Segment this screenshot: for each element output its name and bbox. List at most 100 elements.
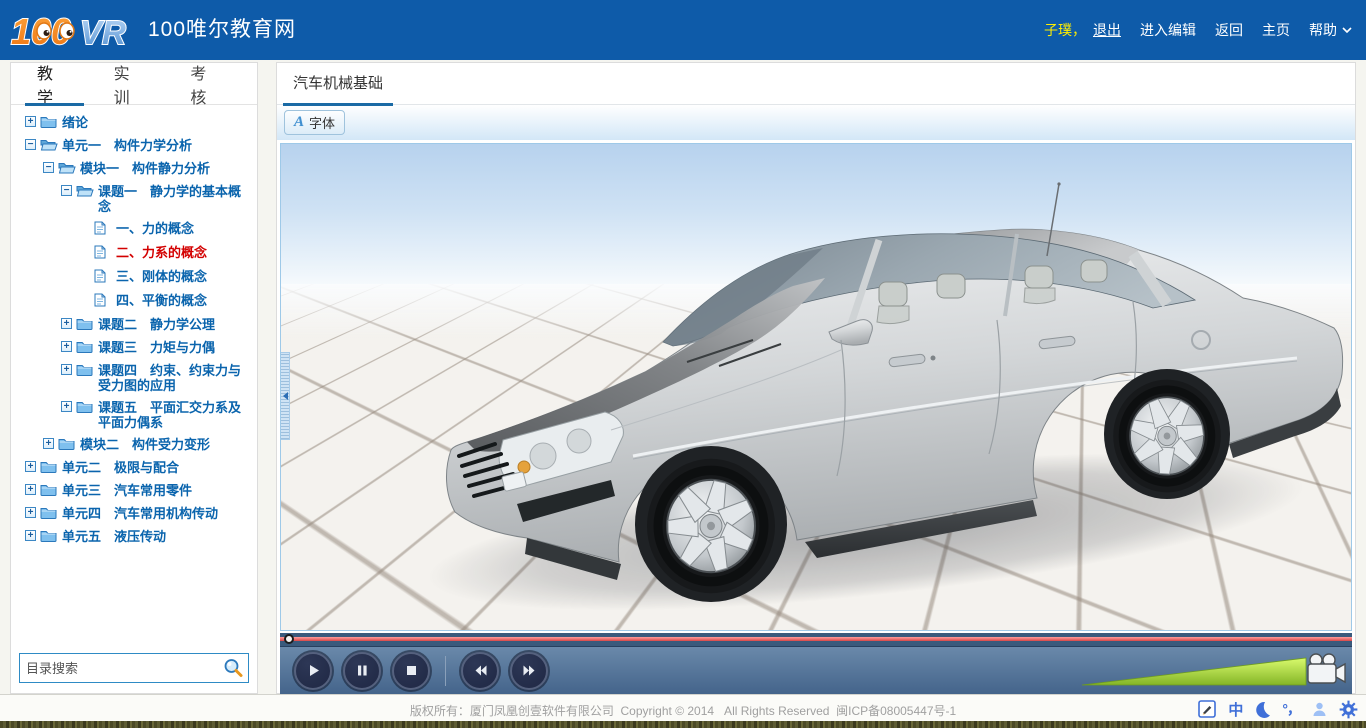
tree-item-label[interactable]: 二、力系的概念 <box>116 245 207 260</box>
tree-item[interactable]: +二、力系的概念 <box>21 245 253 262</box>
document-icon <box>94 221 112 238</box>
tree-item-label[interactable]: 绪论 <box>62 115 88 130</box>
enter-edit-link[interactable]: 进入编辑 <box>1140 20 1196 40</box>
tree-toggle[interactable]: + <box>61 341 72 352</box>
tree-item[interactable]: + 绪论 <box>21 115 253 131</box>
tree-toggle[interactable]: + <box>25 507 36 518</box>
tab-teaching[interactable]: 教 学 <box>27 63 82 104</box>
search-icon[interactable] <box>222 657 244 679</box>
ime-pen-icon[interactable] <box>1198 700 1217 719</box>
ime-gear-icon[interactable] <box>1339 700 1358 719</box>
ime-mode-toggle[interactable]: 中 <box>1228 699 1243 720</box>
home-link[interactable]: 主页 <box>1262 20 1290 40</box>
play-icon <box>305 662 322 679</box>
tree-item[interactable]: − 单元一 构件力学分析 <box>21 138 253 154</box>
pause-icon <box>354 662 371 679</box>
tree-item[interactable]: +一、力的概念 <box>21 221 253 238</box>
user-name: 子璞， <box>1044 20 1086 40</box>
document-icon <box>94 269 112 286</box>
logo-vr-text: VR <box>80 14 126 51</box>
tree-item-label[interactable]: 课题五 平面汇交力系及平面力偶系 <box>98 400 253 430</box>
tree-item-label[interactable]: 课题二 静力学公理 <box>98 317 215 332</box>
tree-item[interactable]: − 课题一 静力学的基本概念 <box>21 184 253 214</box>
seek-handle[interactable] <box>284 634 294 644</box>
tree-item[interactable]: + 单元四 汽车常用机构传动 <box>21 506 253 522</box>
ime-user-icon[interactable] <box>1311 701 1328 718</box>
tree-toggle[interactable]: + <box>61 401 72 412</box>
folder-icon <box>40 460 58 476</box>
player-controls <box>280 646 1352 694</box>
tree-item[interactable]: + 课题二 静力学公理 <box>21 317 253 333</box>
tree-item-label[interactable]: 单元一 构件力学分析 <box>62 138 192 153</box>
course-sidebar: 教 学 实 训 考 核 +绪论−单元一 构件力学分析−模块一 构件静力分析−课题… <box>10 62 258 694</box>
playback-seekbar[interactable] <box>280 633 1352 646</box>
camera-zoom-control[interactable] <box>1078 649 1346 691</box>
tab-assessment[interactable]: 考 核 <box>180 63 235 104</box>
ime-punctuation-toggle[interactable]: °， <box>1282 699 1300 719</box>
tree-item-label[interactable]: 课题四 约束、约束力与受力图的应用 <box>98 363 253 393</box>
tree-item-label[interactable]: 课题三 力矩与力偶 <box>98 340 215 355</box>
tree-item-label[interactable]: 单元五 液压传动 <box>62 529 166 544</box>
back-link[interactable]: 返回 <box>1215 20 1243 40</box>
tree-toggle[interactable]: − <box>61 185 72 196</box>
tree-item-label[interactable]: 模块一 构件静力分析 <box>80 161 210 176</box>
stop-button[interactable] <box>392 652 430 690</box>
tree-item[interactable]: +四、平衡的概念 <box>21 293 253 310</box>
folder-icon <box>76 340 94 356</box>
site-title: 100唯尔教育网 <box>148 0 296 60</box>
help-menu[interactable]: 帮助 <box>1309 20 1352 40</box>
tree-item-label[interactable]: 三、刚体的概念 <box>116 269 207 284</box>
tree-toggle[interactable]: − <box>43 162 54 173</box>
tree-item-label[interactable]: 四、平衡的概念 <box>116 293 207 308</box>
tree-toggle[interactable]: + <box>25 530 36 541</box>
folder-icon <box>76 184 94 200</box>
video-camera-icon[interactable] <box>1308 654 1345 683</box>
play-button[interactable] <box>294 652 332 690</box>
tree-item[interactable]: + 课题三 力矩与力偶 <box>21 340 253 356</box>
tree-toggle[interactable]: + <box>61 364 72 375</box>
folder-icon <box>40 138 58 154</box>
tree-item-label[interactable]: 模块二 构件受力变形 <box>80 437 210 452</box>
tree-toggle[interactable]: + <box>61 318 72 329</box>
tree-item[interactable]: + 单元三 汽车常用零件 <box>21 483 253 499</box>
tree-toggle[interactable]: + <box>25 116 36 127</box>
ime-width-moon-icon[interactable] <box>1254 701 1271 718</box>
car-rear-wheel <box>1113 380 1221 493</box>
folder-icon <box>58 161 76 177</box>
font-button[interactable]: A 字体 <box>284 110 345 135</box>
logout-link[interactable]: 退出 <box>1093 20 1121 40</box>
pause-button[interactable] <box>343 652 381 690</box>
tree-item-label[interactable]: 课题一 静力学的基本概念 <box>98 184 253 214</box>
tree-item[interactable]: + 课题四 约束、约束力与受力图的应用 <box>21 363 253 393</box>
sidebar-collapse-handle[interactable] <box>281 352 290 440</box>
tab-course-title[interactable]: 汽车机械基础 <box>289 63 387 105</box>
copyright-text: 版权所有：厦门凤凰创壹软件有限公司 Copyright © 2014 All R… <box>0 702 1366 719</box>
tree-item-label[interactable]: 一、力的概念 <box>116 221 194 236</box>
tree-item[interactable]: + 单元五 液压传动 <box>21 529 253 545</box>
tree-item[interactable]: + 课题五 平面汇交力系及平面力偶系 <box>21 400 253 430</box>
fast-forward-button[interactable] <box>510 652 548 690</box>
tree-item[interactable]: + 模块二 构件受力变形 <box>21 437 253 453</box>
player-divider <box>445 656 446 686</box>
3d-viewer[interactable] <box>280 143 1352 631</box>
tree-item-label[interactable]: 单元二 极限与配合 <box>62 460 179 475</box>
site-logo[interactable]: 100 VR <box>10 7 142 53</box>
tab-training[interactable]: 实 训 <box>104 63 159 104</box>
tree-toggle[interactable]: + <box>25 484 36 495</box>
sidebar-tabs: 教 学 实 训 考 核 <box>11 63 257 105</box>
catalog-search-input[interactable] <box>20 655 222 681</box>
tree-item-label[interactable]: 单元三 汽车常用零件 <box>62 483 192 498</box>
tree-item[interactable]: +三、刚体的概念 <box>21 269 253 286</box>
tree-item[interactable]: − 模块一 构件静力分析 <box>21 161 253 177</box>
content-panel: 汽车机械基础 A 字体 <box>276 62 1356 694</box>
zoom-wedge[interactable] <box>1082 658 1306 685</box>
tree-toggle[interactable]: + <box>25 461 36 472</box>
tree-toggle[interactable]: − <box>25 139 36 150</box>
tree-item[interactable]: + 单元二 极限与配合 <box>21 460 253 476</box>
rewind-button[interactable] <box>461 652 499 690</box>
folder-icon <box>76 400 94 416</box>
tree-toggle[interactable]: + <box>43 438 54 449</box>
help-label: 帮助 <box>1309 20 1337 40</box>
tree-item-label[interactable]: 单元四 汽车常用机构传动 <box>62 506 218 521</box>
3d-car-model[interactable] <box>281 144 1352 631</box>
